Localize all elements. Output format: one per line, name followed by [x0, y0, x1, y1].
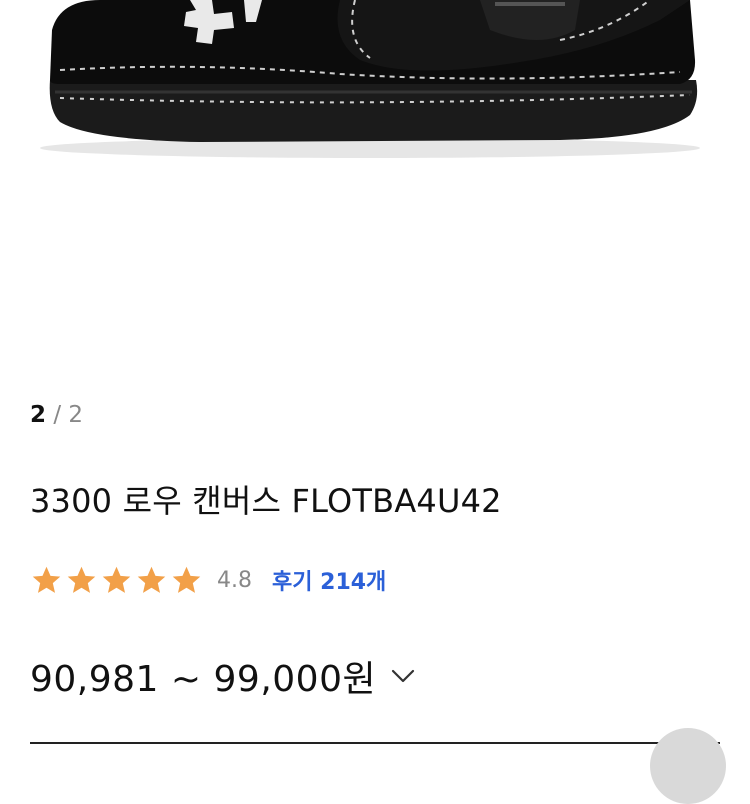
product-image[interactable]: [0, 0, 750, 390]
image-pager: 2 / 2: [30, 400, 83, 430]
review-count-link[interactable]: 후기 214개: [272, 564, 386, 596]
price-range: 90,981 ~ 99,000원: [30, 659, 377, 700]
star-icon: [137, 566, 166, 593]
star-icon: [102, 566, 131, 593]
rating-row: 4.8 후기 214개: [30, 562, 386, 598]
pager-current: 2: [30, 402, 47, 428]
product-title: 3300 로우 캔버스 FLOTBA4U42: [30, 482, 502, 520]
pager-total: 2: [68, 402, 84, 428]
star-icon: [172, 566, 201, 593]
section-divider: [30, 742, 720, 744]
price-row: 90,981 ~ 99,000원: [30, 650, 418, 702]
star-icon: [32, 566, 61, 593]
rating-stars: [30, 564, 203, 597]
chevron-down-icon: [392, 669, 415, 683]
floating-action-button[interactable]: [650, 728, 726, 804]
shoe-photo: [40, 0, 700, 158]
star-icon: [67, 566, 96, 593]
price-expand-button[interactable]: [388, 661, 418, 691]
rating-score: 4.8: [217, 567, 252, 593]
pager-separator: /: [53, 402, 62, 428]
